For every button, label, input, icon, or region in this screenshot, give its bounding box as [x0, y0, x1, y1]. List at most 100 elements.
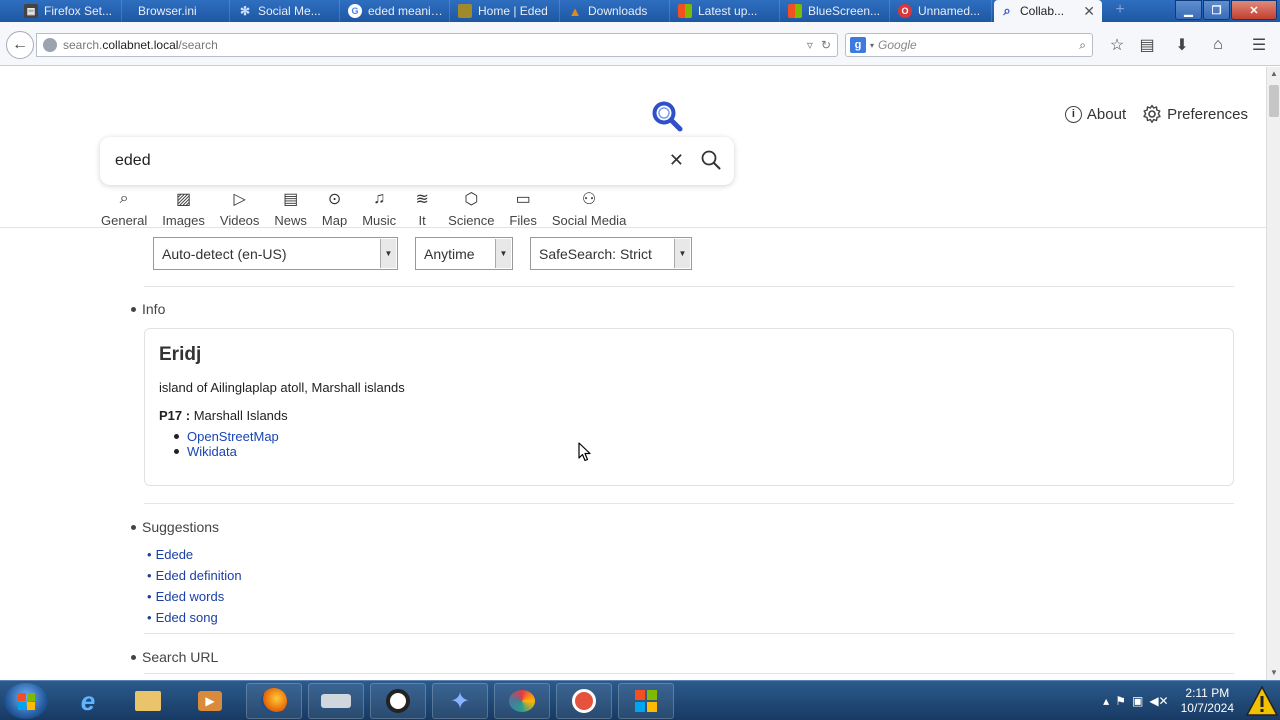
preferences-link[interactable]: Preferences [1142, 104, 1248, 124]
wikidata-link[interactable]: Wikidata [174, 444, 279, 459]
dropdown-history-icon[interactable]: ▿ [807, 38, 813, 52]
network-icon[interactable]: ▣ [1132, 694, 1143, 708]
header-divider [0, 227, 1266, 228]
suggestions-section-heading: Suggestions [131, 519, 219, 535]
tab-downloads[interactable]: ▲ Downloads [562, 0, 670, 22]
search-logo-icon[interactable] [650, 99, 684, 133]
cube-icon: ⬡ [464, 191, 479, 208]
pin-icon: ⊙ [327, 191, 342, 208]
inbox-icon: ▭ [515, 191, 531, 208]
menu-icon[interactable]: ☰ [1248, 34, 1270, 56]
paint-app-icon[interactable] [494, 683, 550, 719]
play-icon: ▷ [233, 191, 246, 208]
close-tab-icon[interactable]: ✕ [1077, 3, 1095, 20]
tab-strip: ▤ Firefox Set... Browser.ini ✻ Social Me… [0, 0, 1280, 22]
panda-app-icon[interactable] [370, 683, 426, 719]
top-links: i About Preferences [1064, 104, 1248, 124]
windows-logo-icon [17, 692, 35, 710]
tab-map[interactable]: ⊙ Map [322, 188, 347, 228]
tab-general[interactable]: ⌕ General [101, 188, 147, 228]
media-player-icon[interactable]: ▶ [182, 683, 238, 719]
url-bar[interactable]: search. collabnet.local/search ▿ ↻ [36, 33, 838, 57]
suggestion-link[interactable]: Edede [147, 544, 242, 565]
clear-search-icon[interactable]: ✕ [669, 150, 684, 171]
show-hidden-icons-icon[interactable]: ▴ [1103, 694, 1109, 708]
clock[interactable]: 2:11 PM 10/7/2024 [1181, 686, 1234, 716]
tab-home-eded[interactable]: Home | Eded [452, 0, 560, 22]
close-window-button[interactable]: ✕ [1231, 0, 1277, 20]
search-icon: ⌕ [119, 190, 129, 207]
scroll-down-icon[interactable]: ▼ [1267, 666, 1280, 680]
volume-muted-icon[interactable]: ◀✕ [1149, 694, 1168, 708]
tab-collabnet-active[interactable]: ⌕ Collab... ✕ [994, 0, 1102, 22]
suggestion-link[interactable]: Eded song [147, 607, 242, 628]
scrollbar-thumb[interactable] [1269, 85, 1279, 117]
tab-latest-updates[interactable]: Latest up... [672, 0, 780, 22]
tab-browser-ini[interactable]: Browser.ini [122, 0, 230, 22]
search-url-section-heading: Search URL [131, 649, 218, 665]
warning-icon[interactable] [1244, 683, 1280, 719]
tab-social-media[interactable]: ⚇ Social Media [552, 188, 626, 228]
minimize-button[interactable]: ▁ [1175, 0, 1202, 20]
tab-music[interactable]: ♫ Music [362, 188, 396, 228]
tab-it[interactable]: ≋ It [411, 188, 433, 228]
tab-science[interactable]: ⬡ Science [448, 188, 494, 228]
search-icon[interactable]: ⌕ [1079, 38, 1092, 53]
vertical-scrollbar[interactable]: ▲ ▼ [1266, 67, 1280, 680]
firefox-settings-icon: ▤ [24, 4, 38, 18]
suggestion-link[interactable]: Eded words [147, 586, 242, 607]
time-range-select[interactable]: Anytime ▼ [415, 237, 513, 270]
app-red-icon[interactable] [556, 683, 612, 719]
action-center-flag-icon[interactable]: ⚑ [1115, 694, 1126, 708]
engine-dropdown-icon[interactable]: ▾ [870, 41, 874, 50]
scanner-app-icon[interactable] [308, 683, 364, 719]
navigation-toolbar: ← search. collabnet.local/search ▿ ↻ g ▾ … [0, 22, 1280, 66]
back-button[interactable]: ← [6, 31, 34, 59]
firefox-taskbar-icon[interactable] [246, 683, 302, 719]
snowflake-icon: ✻ [239, 4, 251, 18]
layers-icon: ≋ [415, 191, 429, 208]
bookmarks-list-icon[interactable]: ▤ [1136, 34, 1158, 56]
web-search-bar[interactable]: g ▾ Google ⌕ [845, 33, 1093, 57]
google-engine-icon[interactable]: g [850, 37, 866, 53]
home-icon[interactable]: ⌂ [1207, 34, 1229, 56]
about-link[interactable]: i About [1064, 104, 1126, 124]
windows-app-icon[interactable] [618, 683, 674, 719]
suggestion-link[interactable]: Eded definition [147, 565, 242, 586]
tab-bluescreen[interactable]: BlueScreen... [782, 0, 890, 22]
scroll-up-icon[interactable]: ▲ [1267, 67, 1280, 81]
puzzle-app-icon[interactable]: ✦ [432, 683, 488, 719]
chevron-down-icon: ▼ [495, 239, 511, 268]
openstreetmap-link[interactable]: OpenStreetMap [174, 429, 279, 444]
tab-firefox-settings[interactable]: ▤ Firefox Set... [18, 0, 122, 22]
infobox-title: Eridj [159, 344, 202, 365]
url-path: /search [178, 38, 218, 52]
bookmark-star-icon[interactable]: ☆ [1106, 34, 1128, 56]
divider [144, 286, 1234, 287]
tab-images[interactable]: ▨ Images [162, 188, 205, 228]
search-submit-icon[interactable] [700, 149, 722, 171]
new-tab-button[interactable]: + [1110, 0, 1130, 22]
reload-icon[interactable]: ↻ [821, 38, 831, 52]
divider [144, 503, 1234, 504]
windows-icon [678, 4, 692, 18]
tab-news[interactable]: ▤ News [274, 188, 307, 228]
gear-icon [1143, 104, 1161, 123]
search-results-page: i About Preferences ✕ ⌕General ▨Images ▷… [0, 67, 1266, 680]
search-icon: ⌕ [1003, 3, 1011, 18]
tab-videos[interactable]: ▷ Videos [220, 188, 260, 228]
file-explorer-icon[interactable] [120, 683, 176, 719]
tab-social-media[interactable]: ✻ Social Me... [232, 0, 340, 22]
tab-files[interactable]: ▭ Files [509, 188, 536, 228]
google-icon: G [348, 4, 362, 18]
start-button[interactable] [4, 683, 48, 719]
image-icon: ▨ [176, 191, 192, 208]
download-icon[interactable]: ⬇ [1171, 34, 1193, 56]
search-input[interactable] [115, 152, 655, 170]
maximize-button[interactable]: ❐ [1203, 0, 1230, 20]
internet-explorer-icon[interactable]: e [60, 683, 116, 719]
language-select[interactable]: Auto-detect (en-US) ▼ [153, 237, 398, 270]
safesearch-select[interactable]: SafeSearch: Strict ▼ [530, 237, 692, 270]
tab-unnamed[interactable]: O Unnamed... [892, 0, 992, 22]
tab-google[interactable]: G eded meaning [342, 0, 450, 22]
